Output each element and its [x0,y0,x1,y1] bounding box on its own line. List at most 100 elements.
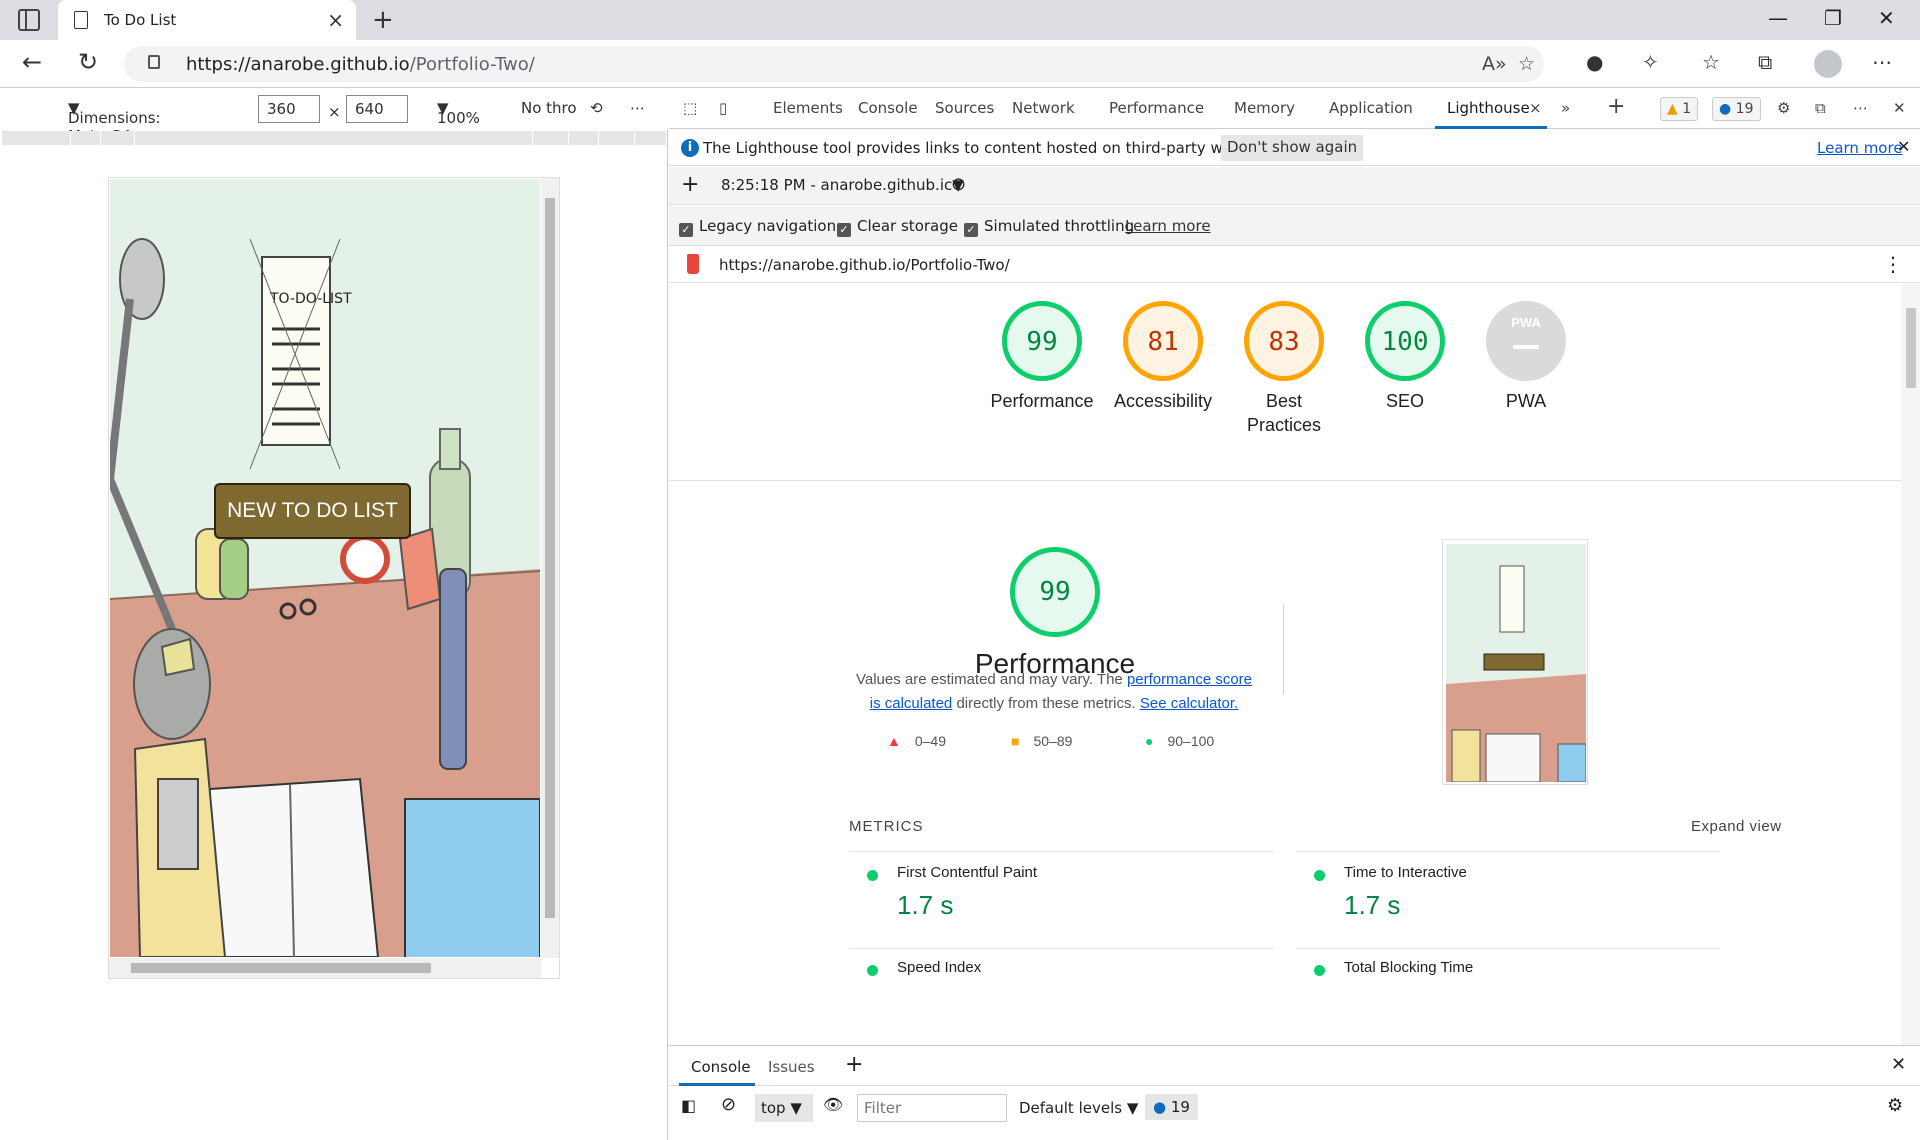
browser-tab[interactable]: To Do List × [58,0,356,40]
drawer-tab-issues[interactable]: Issues [768,1058,815,1076]
restore-icon[interactable]: ❐ [1824,6,1842,30]
console-filter-input[interactable]: Filter [857,1094,1007,1122]
is-calculated-link[interactable]: is calculated [870,695,953,712]
close-window-icon[interactable]: ✕ [1878,6,1895,30]
new-todo-list-button[interactable]: NEW TO DO LIST [214,483,411,539]
performance-gauge-large: 99 [1010,547,1100,637]
performance-score-link[interactable]: performance score [1127,671,1252,688]
final-screenshot[interactable] [1442,539,1588,785]
warnings-badge[interactable]: ▲ 1 [1660,97,1699,121]
settings-icon[interactable]: ⚙ [1777,99,1790,117]
console-toolbar: ◧ ⊘ top ▼ 👁 Filter Default levels ▼ ● 19… [669,1086,1920,1128]
log-levels-select[interactable]: Default levels ▼ [1019,1099,1138,1117]
tab-application[interactable]: Application [1329,99,1413,117]
title-bar: To Do List × + — ❐ ✕ [0,0,1920,40]
devtools-more-icon[interactable]: ⋯ [1853,99,1868,117]
tab-sources[interactable]: Sources [935,99,994,117]
url-field[interactable]: https://anarobe.github.io/Portfolio-Two/… [124,46,1544,82]
expand-view-button[interactable]: Expand view [1691,818,1782,835]
new-tab-icon[interactable]: + [372,5,394,35]
back-icon[interactable]: ← [22,48,42,76]
rotate-icon[interactable]: ⟲ [590,99,603,117]
see-calculator-link[interactable]: See calculator. [1140,695,1238,712]
report-menu-icon[interactable]: ⋮ [1883,252,1903,276]
performance-description: Values are estimated and may vary. The p… [855,671,1253,712]
tab-network[interactable]: Network [1012,99,1075,117]
close-info-icon[interactable]: ✕ [1897,137,1910,156]
inspect-icon[interactable]: ⬚ [683,99,697,117]
more-icon[interactable]: ⋯ [1872,50,1892,74]
gauge-seo[interactable]: 100 [1365,301,1445,381]
drawer-tab-console[interactable]: Console [691,1058,751,1076]
more-tabs-icon[interactable]: » [1561,99,1570,117]
report-url: https://anarobe.github.io/Portfolio-Two/ [719,256,1010,274]
gauge-performance[interactable]: 99 [1002,301,1082,381]
lock-icon [148,55,160,69]
favorites-icon[interactable]: ☆ [1702,50,1720,74]
tab-elements[interactable]: Elements [773,99,843,117]
legacy-navigation-checkbox[interactable]: ✓ Legacy navigation [679,217,836,237]
info-message: The Lighthouse tool provides links to co… [703,139,1282,157]
gauge-accessibility[interactable]: 81 [1123,301,1203,381]
gauge-label-best-practices: Best Practices [1246,391,1322,435]
customize-icon[interactable]: ⧉ [1815,99,1826,117]
dont-show-again-button[interactable]: Don't show again [1221,135,1364,161]
page-icon [74,11,88,29]
favorite-icon[interactable]: ☆ [1518,53,1535,75]
refresh-icon[interactable]: ↻ [78,48,98,76]
close-lighthouse-tab-icon[interactable]: × [1529,99,1542,117]
report-toolbar: + 8:25:18 PM - anarobe.github.ic▼ ⊘ [669,167,1920,205]
console-messages-badge[interactable]: ● 19 [1145,1094,1198,1120]
page-viewport: TO-DO-LIST NEW TO DO LIST [110,179,540,957]
live-expression-icon[interactable]: 👁 [823,1095,843,1114]
url-text[interactable]: https://anarobe.github.io/Portfolio-Two/ [186,54,535,75]
close-devtools-icon[interactable]: ✕ [1893,99,1906,117]
media-query-ruler[interactable] [2,131,666,145]
close-tab-icon[interactable]: × [327,8,344,32]
close-drawer-icon[interactable]: ✕ [1891,1054,1906,1075]
device-toggle-icon[interactable]: ▯ [719,99,727,117]
tab-performance[interactable]: Performance [1109,99,1204,117]
report-scrollbar[interactable] [1901,284,1920,1045]
gauge-best-practices[interactable]: 83 [1244,301,1324,381]
simulated-throttling-checkbox[interactable]: ✓ Simulated throttling [964,217,1134,237]
legend-fail: ▲ 0–49 [887,733,947,749]
drawer-add-icon[interactable]: + [845,1052,863,1077]
device-select[interactable]: Dimensions: Moto G4 ▼ [68,99,161,145]
add-tool-icon[interactable]: + [1607,94,1625,119]
messages-badge[interactable]: ● 19 [1712,97,1761,121]
avatar[interactable] [1814,50,1842,78]
throttling-learn-more-link[interactable]: Learn more [1125,217,1211,235]
device-more-icon[interactable]: ⋯ [630,99,645,117]
device-toolbar: Dimensions: Moto G4 ▼ 360 × 640 100% ▼ N… [0,89,668,145]
width-input[interactable]: 360 [258,95,320,123]
console-settings-icon[interactable]: ⚙ [1887,1095,1903,1116]
tab-actions-icon[interactable] [18,9,40,31]
read-aloud-icon[interactable]: A» [1482,53,1507,75]
context-select[interactable]: top ▼ [755,1094,813,1122]
github-icon[interactable]: ● [1586,50,1603,74]
clear-console-icon[interactable]: ⊘ [721,1094,736,1115]
page-vertical-scrollbar[interactable] [541,178,559,958]
info-learn-more-link[interactable]: Learn more [1817,139,1903,157]
devtools-panel: ⬚ ▯ Elements Console Sources Network Per… [669,89,1920,1140]
zoom-select[interactable]: 100% ▼ [437,99,480,127]
tab-console[interactable]: Console [858,99,918,117]
gauge-pwa[interactable]: PWA [1486,301,1566,381]
new-report-icon[interactable]: + [681,172,699,197]
report-url-bar: https://anarobe.github.io/Portfolio-Two/… [669,247,1920,283]
page-horizontal-scrollbar[interactable] [109,958,541,978]
collections-icon[interactable]: ⧉ [1758,50,1772,74]
throttle-select[interactable]: No thro [521,99,577,117]
lighthouse-report: 99 Performance 81 Accessibility 83 Best … [669,284,1901,1045]
minimize-icon[interactable]: — [1768,6,1788,30]
sidebar-toggle-icon[interactable]: ◧ [681,1096,696,1115]
clear-storage-checkbox[interactable]: ✓ Clear storage [837,217,958,237]
tab-memory[interactable]: Memory [1234,99,1295,117]
clear-reports-icon[interactable]: ⊘ [951,174,966,195]
report-select[interactable]: 8:25:18 PM - anarobe.github.ic▼ [721,176,964,194]
extensions-icon[interactable]: ✧ [1642,50,1659,74]
tab-lighthouse[interactable]: Lighthouse [1447,99,1530,117]
height-input[interactable]: 640 [346,95,408,123]
options-bar: ✓ Legacy navigation ✓ Clear storage ✓ Simul… [669,206,1920,246]
